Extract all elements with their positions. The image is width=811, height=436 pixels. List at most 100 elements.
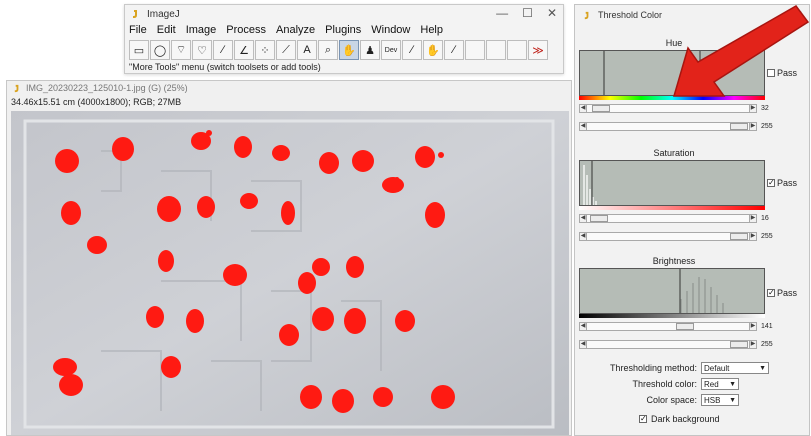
menu-process[interactable]: Process: [226, 24, 266, 36]
polygon-tool[interactable]: ⌔: [171, 40, 191, 60]
wand-tool[interactable]: ⟋: [276, 40, 296, 60]
line-tool[interactable]: ∕: [213, 40, 233, 60]
method-label: Thresholding method:: [609, 363, 697, 373]
right-arrow-icon[interactable]: ▶: [749, 322, 757, 331]
saturation-min-slider[interactable]: ◀ ▶: [579, 214, 757, 223]
slider-thumb[interactable]: [730, 341, 748, 348]
thresholded-blob: [112, 137, 134, 161]
thresholded-blob: [158, 250, 174, 272]
saturation-max-slider[interactable]: ◀ ▶: [579, 232, 757, 241]
more-tools[interactable]: ≫: [528, 40, 548, 60]
thresholded-speck: [386, 181, 390, 185]
flood-fill-tool[interactable]: ✋: [423, 40, 443, 60]
hue-max-slider[interactable]: ◀ ▶: [579, 122, 757, 131]
menu-analyze[interactable]: Analyze: [276, 24, 315, 36]
thresholded-image: [11, 111, 569, 435]
thresholded-blob: [395, 310, 415, 332]
brightness-pass[interactable]: ✓ Pass: [767, 288, 797, 298]
saturation-max-value: 255: [761, 233, 773, 240]
imagej-toolbar: ▭ ◯ ⌔ ♡ ∕ ∠ ⁘ ⟋ A ⌕ ✋ ♟ Dev ∕ ✋ ∕ ≫: [129, 40, 548, 60]
text-tool[interactable]: A: [297, 40, 317, 60]
brightness-max-value: 255: [761, 341, 773, 348]
menu-plugins[interactable]: Plugins: [325, 24, 361, 36]
left-arrow-icon[interactable]: ◀: [579, 322, 587, 331]
slider-thumb[interactable]: [730, 233, 748, 240]
brightness-min-slider[interactable]: ◀ ▶: [579, 322, 757, 331]
hue-pass[interactable]: Pass: [767, 68, 797, 78]
right-arrow-icon[interactable]: ▶: [749, 104, 757, 113]
chevron-down-icon: ▼: [729, 380, 736, 388]
right-arrow-icon[interactable]: ▶: [749, 122, 757, 131]
menu-help[interactable]: Help: [420, 24, 443, 36]
dropper-tool[interactable]: ∕: [444, 40, 464, 60]
dark-background-checkbox[interactable]: ✓: [639, 415, 647, 423]
chevron-down-icon: ▼: [759, 364, 766, 372]
right-arrow-icon[interactable]: ▶: [749, 232, 757, 241]
brightness-max-slider[interactable]: ◀ ▶: [579, 340, 757, 349]
brush-tool[interactable]: ∕: [402, 40, 422, 60]
point-tool[interactable]: ⁘: [255, 40, 275, 60]
left-arrow-icon[interactable]: ◀: [579, 122, 587, 131]
hue-pass-checkbox[interactable]: [767, 69, 775, 77]
oval-tool[interactable]: ◯: [150, 40, 170, 60]
thresholded-blob: [346, 256, 364, 278]
menu-edit[interactable]: Edit: [157, 24, 176, 36]
thresholded-blob: [186, 309, 204, 333]
angle-tool[interactable]: ∠: [234, 40, 254, 60]
right-arrow-icon[interactable]: ▶: [749, 340, 757, 349]
maximize-icon[interactable]: ☐: [522, 6, 533, 20]
image-titlebar: IMG_20230223_125010-1.jpg (G) (25%): [7, 81, 571, 95]
imagej-logo-icon: [584, 11, 589, 19]
saturation-pass-checkbox[interactable]: ✓: [767, 179, 775, 187]
thresholded-blob: [240, 193, 258, 209]
hue-min-value: 32: [761, 105, 769, 112]
menu-image[interactable]: Image: [186, 24, 217, 36]
brightness-gradient: [579, 314, 765, 318]
close-icon[interactable]: ✕: [793, 8, 803, 22]
slider-thumb[interactable]: [590, 215, 608, 222]
close-icon[interactable]: ✕: [547, 6, 557, 20]
freehand-tool[interactable]: ♡: [192, 40, 212, 60]
image-info: 34.46x15.51 cm (4000x1800); RGB; 27MB: [11, 97, 182, 107]
scroll-tool[interactable]: ✋: [339, 40, 359, 60]
blank-tool-3[interactable]: [507, 40, 527, 60]
color-picker-tool[interactable]: ♟: [360, 40, 380, 60]
saturation-pass[interactable]: ✓ Pass: [767, 178, 797, 188]
rectangle-tool[interactable]: ▭: [129, 40, 149, 60]
left-arrow-icon[interactable]: ◀: [579, 214, 587, 223]
menu-window[interactable]: Window: [371, 24, 410, 36]
method-select[interactable]: Default ▼: [701, 362, 769, 374]
thresholded-blob: [59, 374, 83, 396]
slider-thumb[interactable]: [676, 323, 694, 330]
blank-tool-1[interactable]: [465, 40, 485, 60]
dev-tool[interactable]: Dev: [381, 40, 401, 60]
left-arrow-icon[interactable]: ◀: [579, 232, 587, 241]
color-label: Threshold color:: [632, 379, 697, 389]
hue-min-slider[interactable]: ◀ ▶: [579, 104, 757, 113]
magnifier-tool[interactable]: ⌕: [318, 40, 338, 60]
slider-thumb[interactable]: [730, 123, 748, 130]
imagej-logo-icon: [14, 84, 19, 92]
blank-tool-2[interactable]: [486, 40, 506, 60]
thresholded-blob: [281, 201, 295, 225]
image-canvas[interactable]: [11, 111, 569, 435]
dark-background-row[interactable]: ✓ Dark background: [639, 414, 720, 424]
space-select[interactable]: HSB ▼: [701, 394, 739, 406]
hue-max-value: 255: [761, 123, 773, 130]
brightness-pass-checkbox[interactable]: ✓: [767, 289, 775, 297]
menu-file[interactable]: File: [129, 24, 147, 36]
hue-histogram: [579, 50, 765, 96]
threshold-title: Threshold Color: [598, 10, 663, 20]
slider-thumb[interactable]: [592, 105, 610, 112]
color-select[interactable]: Red ▼: [701, 378, 739, 390]
right-arrow-icon[interactable]: ▶: [749, 214, 757, 223]
left-arrow-icon[interactable]: ◀: [579, 340, 587, 349]
thresholded-blob: [373, 387, 393, 407]
left-arrow-icon[interactable]: ◀: [579, 104, 587, 113]
imagej-title: ImageJ: [147, 8, 180, 20]
thresholded-blob: [352, 150, 374, 172]
minimize-icon[interactable]: —: [496, 6, 508, 20]
chevron-down-icon: ▼: [729, 396, 736, 404]
brightness-min-value: 141: [761, 323, 773, 330]
saturation-min-value: 16: [761, 215, 769, 222]
